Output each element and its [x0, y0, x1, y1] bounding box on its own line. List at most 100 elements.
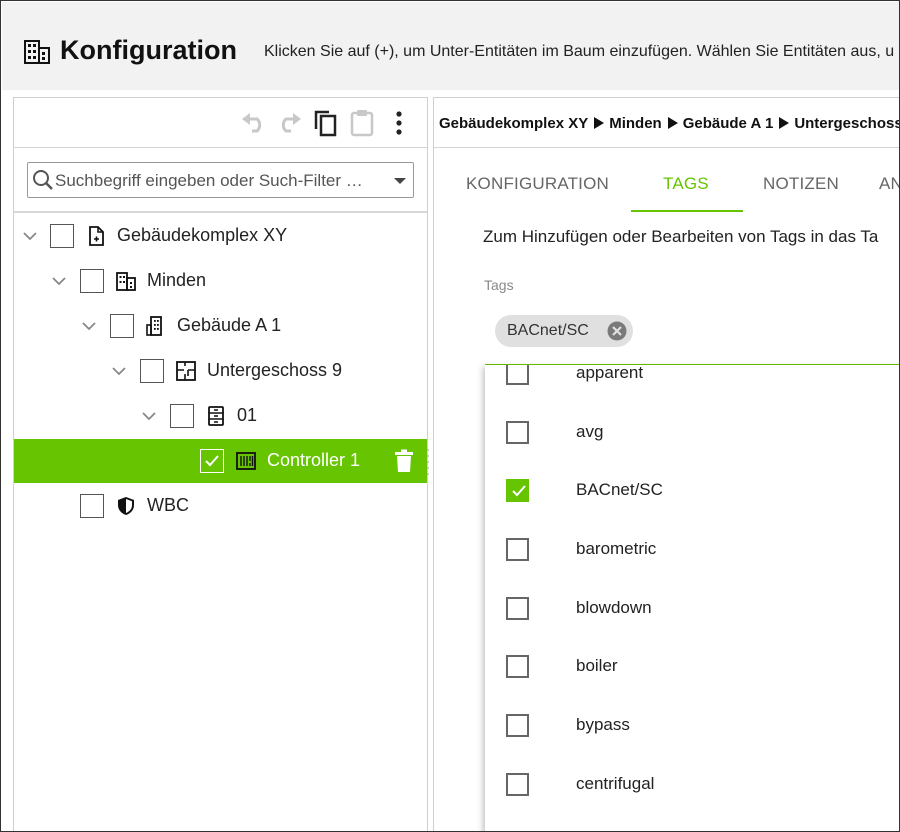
- building-icon: [146, 316, 162, 336]
- detail-panel: Gebäudekomplex XY Minden Gebäude A 1 Unterg…: [433, 97, 899, 831]
- tree-checkbox[interactable]: [170, 404, 194, 428]
- tree-item-untergeschoss[interactable]: Untergeschoss 9: [14, 349, 427, 393]
- tree-item-label: Minden: [147, 270, 207, 290]
- shield-icon: [118, 497, 134, 515]
- tree-item-gebaeudekomplex[interactable]: Gebäudekomplex XY: [14, 214, 427, 258]
- breadcrumb-separator-icon: [594, 117, 605, 129]
- breadcrumb-separator-icon: [779, 117, 790, 129]
- tags-description: Zum Hinzufügen oder Bearbeiten von Tags …: [483, 227, 879, 246]
- search-icon: [33, 170, 53, 190]
- tree-item-label: Untergeschoss 9: [207, 360, 343, 380]
- tree-item-label: Gebäudekomplex XY: [117, 225, 288, 245]
- header-hint: Klicken Sie auf (+), um Unter-Entitäten …: [264, 43, 895, 60]
- tag-chip-label: BACnet/SC: [507, 322, 589, 339]
- breadcrumb-item[interactable]: Untergeschoss: [794, 115, 899, 132]
- check-icon: [205, 455, 219, 467]
- tag-option-checkbox-checked[interactable]: [506, 479, 529, 502]
- tab-notizen[interactable]: NOTIZEN: [763, 174, 839, 194]
- tag-option[interactable]: apparent: [485, 365, 899, 403]
- tag-options-dropdown[interactable]: apparent avg BACnet/SC barometric blowdo…: [485, 365, 899, 831]
- site-document-icon: [89, 226, 104, 246]
- tree-item-gebaeude-a1[interactable]: Gebäude A 1: [14, 304, 427, 348]
- tag-option-checkbox[interactable]: [506, 597, 529, 620]
- tree-item-minden[interactable]: Minden: [14, 259, 427, 303]
- tag-option[interactable]: avg: [485, 404, 899, 462]
- more-vertical-icon: [396, 111, 402, 135]
- tag-option[interactable]: boiler: [485, 638, 899, 696]
- tag-option[interactable]: BACnet/SC: [485, 462, 899, 520]
- trash-icon[interactable]: [393, 449, 415, 473]
- tag-option-label: avg: [576, 422, 604, 441]
- copy-icon: [314, 110, 337, 137]
- active-tab-indicator: [631, 210, 743, 212]
- undo-button[interactable]: [239, 108, 269, 138]
- tag-option-label: centrifugal: [576, 774, 655, 793]
- tree-checkbox-checked[interactable]: [200, 449, 224, 473]
- tree-item-label: Gebäude A 1: [177, 315, 282, 335]
- tab-konfiguration[interactable]: KONFIGURATION: [466, 174, 609, 194]
- breadcrumb-item[interactable]: Gebäudekomplex XY: [439, 115, 588, 132]
- search-input[interactable]: Suchbegriff eingeben oder Such-Filter …: [27, 162, 414, 198]
- tag-option-label: barometric: [576, 539, 657, 558]
- tag-option-checkbox[interactable]: [506, 714, 529, 737]
- undo-icon: [242, 113, 262, 133]
- tree-divider: [14, 211, 427, 213]
- check-icon: [512, 485, 526, 497]
- chevron-down-icon[interactable]: [81, 318, 97, 334]
- tag-option[interactable]: blowdown: [485, 580, 899, 638]
- chevron-down-icon[interactable]: [394, 178, 406, 184]
- tab-an[interactable]: AN: [879, 174, 899, 194]
- close-circle-icon[interactable]: [607, 321, 627, 341]
- paste-icon: [350, 110, 374, 137]
- city-building-icon: [116, 272, 136, 291]
- tag-option-checkbox[interactable]: [506, 365, 529, 385]
- room-cabinet-icon: [208, 406, 224, 426]
- tag-option-checkbox[interactable]: [506, 773, 529, 796]
- breadcrumb-item[interactable]: Minden: [609, 115, 662, 132]
- city-building-icon: [24, 40, 50, 64]
- tag-option-checkbox[interactable]: [506, 421, 529, 444]
- tags-field-label: Tags: [484, 277, 514, 293]
- breadcrumb-divider: [434, 147, 899, 148]
- floor-plan-icon: [176, 361, 196, 381]
- tag-option-checkbox[interactable]: [506, 538, 529, 561]
- chevron-down-icon[interactable]: [111, 363, 127, 379]
- controller-icon: [236, 452, 256, 470]
- tree-checkbox[interactable]: [110, 314, 134, 338]
- tree-checkbox[interactable]: [50, 224, 74, 248]
- chevron-down-icon[interactable]: [22, 228, 38, 244]
- tag-option-label: boiler: [576, 656, 618, 675]
- search-placeholder: Suchbegriff eingeben oder Such-Filter …: [55, 171, 363, 190]
- breadcrumb-item[interactable]: Gebäude A 1: [683, 115, 774, 132]
- tree-item-label: WBC: [147, 495, 189, 515]
- tree-item-controller-1[interactable]: Controller 1: [14, 439, 429, 483]
- tree-item-01[interactable]: 01: [14, 394, 427, 438]
- more-menu-button[interactable]: [384, 108, 414, 138]
- paste-button[interactable]: [347, 108, 377, 138]
- tree-checkbox[interactable]: [140, 359, 164, 383]
- copy-button[interactable]: [310, 108, 340, 138]
- redo-icon: [281, 113, 301, 133]
- chevron-down-icon[interactable]: [141, 408, 157, 424]
- tag-option-label: apparent: [576, 365, 644, 382]
- tab-tags[interactable]: TAGS: [663, 174, 709, 194]
- tree-panel: Suchbegriff eingeben oder Such-Filter … …: [13, 97, 429, 831]
- resize-handle-icon[interactable]: [425, 447, 431, 477]
- page-title: Konfiguration: [60, 35, 237, 65]
- tree-item-label: 01: [237, 405, 258, 425]
- tag-option[interactable]: bypass: [485, 697, 899, 755]
- tag-option[interactable]: centrifugal: [485, 756, 899, 814]
- redo-button[interactable]: [274, 108, 304, 138]
- tag-option[interactable]: barometric: [485, 521, 899, 579]
- tag-chip[interactable]: BACnet/SC: [495, 315, 633, 347]
- tree-item-wbc[interactable]: WBC: [14, 484, 427, 528]
- tree-item-label: Controller 1: [267, 450, 361, 470]
- page-header: Konfiguration Klicken Sie auf (+), um Un…: [2, 2, 899, 90]
- tree-toolbar: [14, 98, 427, 148]
- tree-checkbox[interactable]: [80, 269, 104, 293]
- chevron-down-icon[interactable]: [51, 273, 67, 289]
- tag-option-label: blowdown: [576, 598, 652, 617]
- tree-checkbox[interactable]: [80, 494, 104, 518]
- app-window: Konfiguration Klicken Sie auf (+), um Un…: [0, 0, 900, 832]
- tag-option-checkbox[interactable]: [506, 655, 529, 678]
